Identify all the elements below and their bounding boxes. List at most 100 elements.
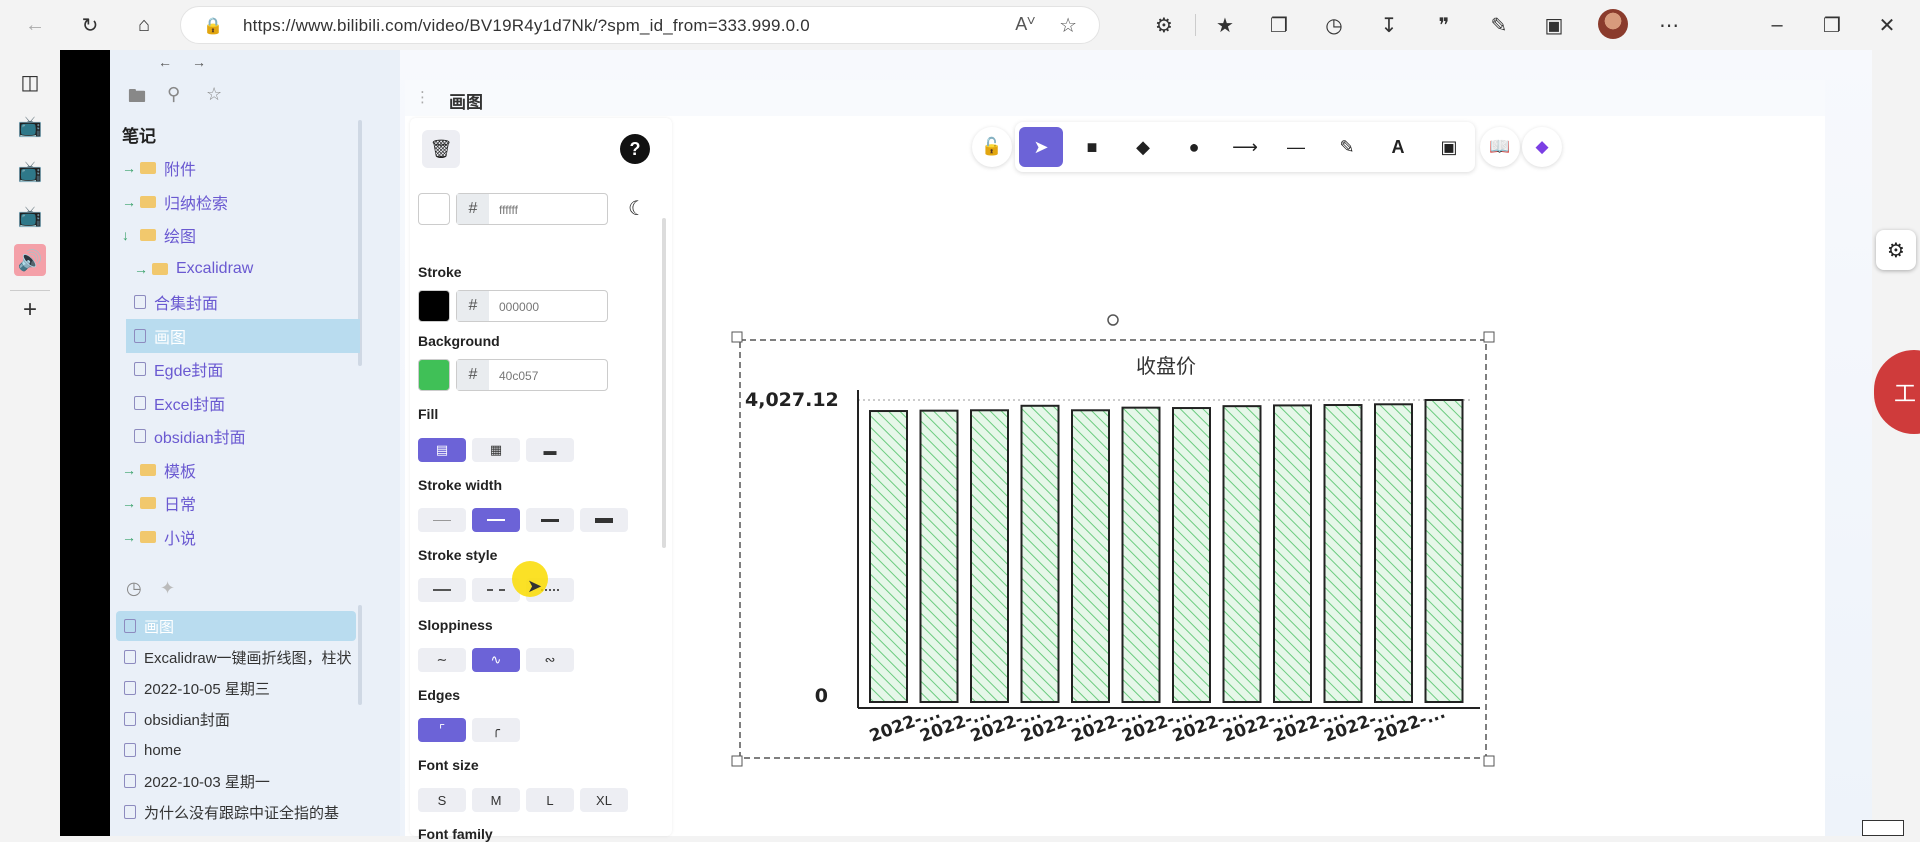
- canvas-bg-swatch[interactable]: [418, 193, 450, 225]
- tree-item[interactable]: ↓ 绘图: [110, 218, 390, 252]
- minimize-icon[interactable]: –: [1760, 9, 1794, 41]
- apps-icon[interactable]: ▣: [1537, 9, 1571, 41]
- chevron-right-icon[interactable]: →: [134, 261, 152, 277]
- edges-round-option[interactable]: ╭: [472, 718, 520, 742]
- nav-back-icon[interactable]: ←: [158, 54, 172, 70]
- tree-item[interactable]: 画图: [126, 318, 360, 353]
- bar-chart[interactable]: 收盘价 4,027.12 0 2022-...2022-...2022-...2…: [730, 310, 1500, 770]
- chevron-down-icon[interactable]: ↓: [122, 227, 140, 243]
- sloppiness-cartoonist-option[interactable]: ∾: [526, 648, 574, 672]
- font-size-xl-option[interactable]: XL: [580, 788, 628, 812]
- drag-handle-icon[interactable]: ⋮: [415, 88, 430, 106]
- recent-scrollbar[interactable]: [358, 605, 362, 705]
- bar[interactable]: [1323, 404, 1363, 703]
- new-tab-icon[interactable]: +: [14, 294, 46, 326]
- help-icon[interactable]: ?: [620, 134, 650, 164]
- library-icon[interactable]: 📖: [1480, 127, 1520, 167]
- tree-item[interactable]: → Excalidraw: [110, 252, 390, 286]
- panel-scrollbar[interactable]: [662, 218, 666, 548]
- text-tool-icon[interactable]: A: [1376, 127, 1420, 167]
- audio-tab-icon[interactable]: 🔊: [14, 244, 46, 276]
- close-icon[interactable]: ✕: [1870, 9, 1904, 41]
- tree-item[interactable]: → 归纳检索: [110, 185, 390, 219]
- diamond-tool-icon[interactable]: ◆: [1121, 127, 1165, 167]
- draw-tool-icon[interactable]: ✎: [1325, 127, 1369, 167]
- download-icon[interactable]: ↧: [1372, 9, 1406, 41]
- pin-icon[interactable]: ✦: [160, 578, 175, 599]
- font-size-s-option[interactable]: S: [418, 788, 466, 812]
- collections-icon[interactable]: ❐: [1262, 9, 1296, 41]
- moon-icon[interactable]: ☾: [628, 196, 646, 221]
- bar[interactable]: [1273, 404, 1312, 704]
- chevron-right-icon[interactable]: →: [122, 194, 140, 210]
- image-tool-icon[interactable]: ▣: [1427, 127, 1471, 167]
- nav-forward-icon[interactable]: →: [192, 54, 206, 70]
- stroke-width-extra-option[interactable]: [526, 508, 574, 532]
- folder-icon[interactable]: 🖿: [128, 84, 146, 114]
- refresh-icon[interactable]: ↻: [73, 9, 107, 41]
- tree-item[interactable]: → 附件: [110, 151, 390, 185]
- edges-sharp-option[interactable]: ⌜: [418, 718, 466, 742]
- chevron-right-icon[interactable]: →: [122, 462, 140, 478]
- stroke-width-max-option[interactable]: [580, 508, 628, 532]
- ellipse-tool-icon[interactable]: ●: [1172, 127, 1216, 167]
- star-icon[interactable]: ☆: [206, 84, 222, 105]
- recent-file-item[interactable]: 2022-10-03 星期一: [116, 766, 356, 796]
- resize-handle-tr[interactable]: [1483, 331, 1495, 343]
- bar[interactable]: [970, 409, 1009, 704]
- tree-item[interactable]: → 日常: [110, 486, 390, 520]
- bar[interactable]: [1424, 399, 1464, 703]
- trash-icon[interactable]: 🗑: [422, 130, 460, 168]
- bilibili-tab-icon[interactable]: 📺: [14, 110, 46, 142]
- stroke-width-bold-option[interactable]: [472, 508, 520, 532]
- chevron-right-icon[interactable]: →: [122, 160, 140, 176]
- avatar[interactable]: [1598, 9, 1628, 39]
- add-favorite-icon[interactable]: ☆: [1059, 13, 1077, 38]
- bar[interactable]: [1020, 404, 1060, 703]
- tree-item[interactable]: Excel封面: [110, 386, 390, 420]
- rectangle-tool-icon[interactable]: ■: [1070, 127, 1114, 167]
- restore-icon[interactable]: ❐: [1815, 9, 1849, 41]
- font-size-m-option[interactable]: M: [472, 788, 520, 812]
- fill-crosshatch-option[interactable]: ▦: [472, 438, 520, 462]
- more-icon[interactable]: ⋯: [1652, 9, 1686, 41]
- background-swatch[interactable]: [418, 359, 450, 391]
- stroke-hex-input[interactable]: # 000000: [456, 290, 608, 322]
- search-icon[interactable]: ⚲: [167, 84, 180, 105]
- tree-item[interactable]: 合集封面: [110, 285, 390, 319]
- arrow-tool-icon[interactable]: ⟶: [1223, 127, 1267, 167]
- chevron-right-icon[interactable]: →: [122, 529, 140, 545]
- qr-icon[interactable]: [1862, 820, 1904, 836]
- resize-handle-tl[interactable]: [731, 331, 743, 343]
- copilot-icon[interactable]: ✎: [1482, 9, 1516, 41]
- recent-file-item[interactable]: 画图: [116, 611, 356, 641]
- recent-file-item[interactable]: 2022-10-05 星期三: [116, 673, 356, 703]
- recent-icon[interactable]: ◷: [126, 578, 142, 599]
- bar[interactable]: [919, 409, 959, 703]
- recent-file-item[interactable]: 为什么没有跟踪中证全指的基: [116, 797, 356, 827]
- stroke-swatch[interactable]: [418, 290, 450, 322]
- recent-file-item[interactable]: obsidian封面: [116, 704, 356, 734]
- bar[interactable]: [1374, 403, 1413, 704]
- bilibili-tab-icon[interactable]: 📺: [14, 155, 46, 187]
- font-size-l-option[interactable]: L: [526, 788, 574, 812]
- bar[interactable]: [1172, 407, 1211, 704]
- extensions-icon[interactable]: ⚙: [1147, 9, 1181, 41]
- address-bar[interactable]: 🔒 https://www.bilibili.com/video/BV19R4y…: [180, 6, 1100, 44]
- resize-handle-bl[interactable]: [731, 755, 743, 767]
- recent-file-item[interactable]: Excalidraw一键画折线图，柱状: [116, 642, 356, 672]
- lock-tool-icon[interactable]: 🔓: [972, 127, 1012, 167]
- recent-file-item[interactable]: home: [116, 735, 356, 765]
- bar[interactable]: [1071, 409, 1110, 704]
- sloppiness-architect-option[interactable]: ∼: [418, 648, 466, 672]
- tab-actions-icon[interactable]: ◫: [14, 66, 46, 98]
- favorites-icon[interactable]: ★: [1208, 9, 1242, 41]
- sloppiness-artist-option[interactable]: ∿: [472, 648, 520, 672]
- stroke-solid-option[interactable]: [418, 578, 466, 602]
- rotate-handle[interactable]: [1107, 314, 1119, 326]
- canvas-bg-hex-input[interactable]: # ffffff: [456, 193, 608, 225]
- resize-handle-br[interactable]: [1483, 755, 1495, 767]
- bar[interactable]: [1222, 405, 1262, 704]
- bilibili-tab-icon[interactable]: 📺: [14, 200, 46, 232]
- back-icon[interactable]: ←: [18, 9, 52, 41]
